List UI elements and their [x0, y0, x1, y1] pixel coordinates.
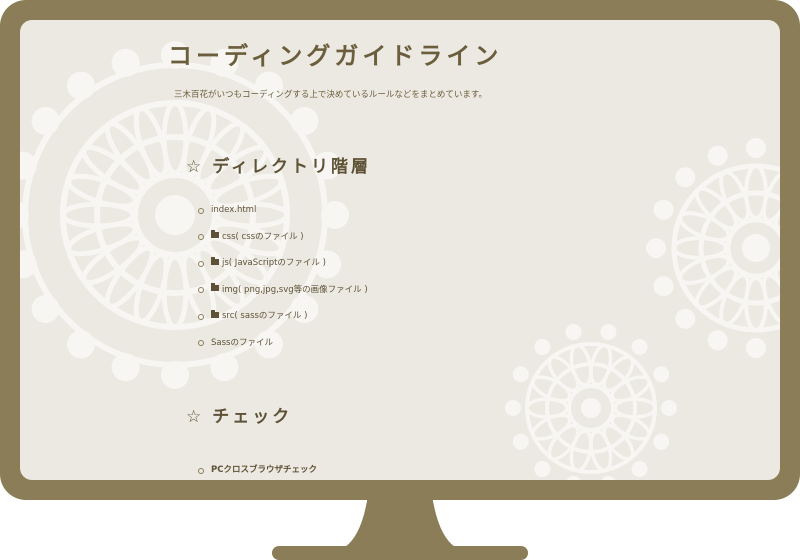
list-item: Sassのファイル [198, 337, 368, 364]
section-heading-check: ☆ チェック [186, 402, 292, 427]
folder-icon [211, 256, 219, 265]
list-item: index.html [198, 204, 368, 231]
list-item-label: PCクロスブラウザチェック [211, 465, 317, 475]
list-item-label: index.html [211, 205, 257, 215]
star-icon: ☆ [186, 157, 205, 177]
list-item: img( png,jpg,svg等の画像ファイル ) [198, 283, 368, 311]
section-heading-label: ディレクトリ階層 [212, 157, 372, 177]
list-item: css( cssのファイル ) [198, 230, 368, 258]
list-item: js( JavaScriptのファイル ) [198, 256, 368, 284]
list-item-label: js( JavaScriptのファイル ) [222, 258, 326, 268]
section-heading-directory: ☆ ディレクトリ階層 [186, 152, 371, 177]
folder-icon [211, 283, 219, 291]
list-item-label: Sassのファイル [211, 337, 273, 348]
list-item: src( sassのファイル ) [198, 309, 368, 337]
screen: コーディングガイドライン 三木百花がいつもコーディングする上で決めているルールな… [20, 20, 780, 480]
directory-list: index.html css( cssのファイル ) js( JavaScrip… [198, 204, 368, 363]
folder-icon [211, 309, 219, 318]
list-item-label: css( cssのファイル ) [222, 231, 304, 242]
list-item-label: src( sassのファイル ) [222, 311, 308, 321]
check-list: PCクロスブラウザチェック [198, 464, 317, 480]
list-item-label: img( png,jpg,svg等の画像ファイル ) [222, 284, 368, 295]
page-content: コーディングガイドライン 三木百花がいつもコーディングする上で決めているルールな… [20, 20, 780, 480]
list-item: PCクロスブラウザチェック [198, 464, 317, 480]
section-heading-label: チェック [212, 407, 293, 427]
star-icon: ☆ [186, 407, 205, 427]
page-description: 三木百花がいつもコーディングする上で決めているルールなどをまとめています。 [174, 90, 488, 100]
page-title: コーディングガイドライン [168, 42, 503, 70]
folder-icon [211, 230, 219, 238]
